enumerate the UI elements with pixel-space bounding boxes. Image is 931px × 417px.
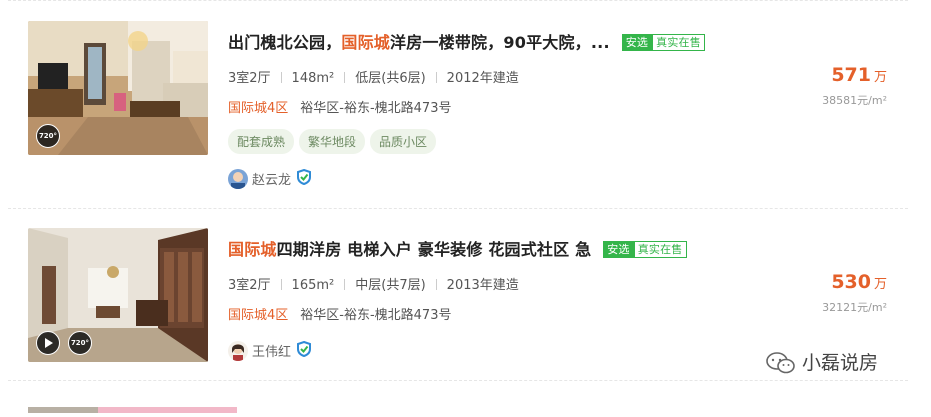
feature-chips: 配套成熟 繁华地段 品质小区	[228, 129, 441, 154]
unit-price: 38581元/m²	[822, 94, 887, 107]
layout-text: 3室2厅	[228, 71, 271, 86]
feature-chip: 繁华地段	[299, 129, 366, 154]
separator	[435, 279, 437, 290]
real-sale-tag: 真实在售	[652, 34, 705, 51]
real-sale-tag: 真实在售	[633, 241, 687, 258]
year-text: 2013年建造	[446, 278, 519, 293]
title-highlight: 国际城	[341, 33, 391, 52]
agent-name[interactable]: 赵云龙	[252, 173, 291, 188]
house-info: 3室2厅 165m² 中层(共7层) 2013年建造	[228, 274, 519, 293]
price-block: 571 万 38581元/m²	[822, 64, 887, 108]
total-price: 530	[831, 271, 871, 293]
shield-icon[interactable]	[297, 168, 312, 189]
price-block: 530 万 32121元/m²	[822, 271, 887, 315]
area-text: 165m²	[291, 278, 335, 293]
anxuan-tag: 安选	[621, 34, 653, 51]
watermark-text: 小磊说房	[802, 352, 879, 374]
listing-photo[interactable]: 720°	[28, 228, 208, 362]
title-highlight: 国际城	[228, 240, 277, 259]
separator	[344, 279, 346, 290]
location: 国际城4区 裕华区-裕东-槐北路473号	[228, 304, 451, 323]
vr-720-icon[interactable]: 720°	[36, 124, 60, 148]
listing-photo[interactable]: 720°	[28, 21, 208, 155]
anxuan-tag: 安选	[603, 241, 634, 258]
price-unit: 万	[873, 70, 887, 85]
listing-divider	[8, 380, 908, 381]
separator	[435, 72, 437, 83]
address-text: 裕华区-裕东-槐北路473号	[300, 101, 452, 116]
separator	[280, 279, 282, 290]
address-text: 裕华区-裕东-槐北路473号	[300, 308, 452, 323]
agent-info[interactable]: 赵云龙	[228, 168, 312, 189]
layout-text: 3室2厅	[228, 278, 271, 293]
floor-text: 低层(共6层)	[355, 71, 426, 86]
vr-720-icon[interactable]: 720°	[68, 331, 92, 355]
separator	[344, 72, 346, 83]
title-text: 出门槐北公园，	[228, 33, 342, 52]
watermark: 小磊说房	[766, 348, 878, 375]
play-icon[interactable]	[36, 331, 60, 355]
agent-info[interactable]: 王伟红	[228, 340, 312, 361]
area-text: 148m²	[291, 71, 335, 86]
shield-icon[interactable]	[297, 340, 312, 361]
agent-name[interactable]: 王伟红	[252, 345, 291, 360]
feature-chip: 品质小区	[370, 129, 437, 154]
community-link[interactable]: 国际城4区	[228, 308, 288, 323]
top-divider	[8, 0, 908, 1]
listing-title[interactable]: 国际城四期洋房 电梯入户 豪华装修 花园式社区 急安选 真实在售	[228, 236, 687, 260]
unit-price: 32121元/m²	[822, 301, 887, 314]
title-text: 四期洋房 电梯入户 豪华装修 花园式社区 急	[276, 240, 592, 259]
location: 国际城4区 裕华区-裕东-槐北路473号	[228, 97, 451, 116]
feature-chip: 配套成熟	[228, 129, 295, 154]
floor-text: 中层(共7层)	[355, 278, 426, 293]
title-text: 洋房一楼带院，90平大院，...	[390, 33, 610, 52]
listing-title[interactable]: 出门槐北公园，国际城洋房一楼带院，90平大院，... 安选 真实在售	[228, 29, 705, 53]
year-text: 2012年建造	[446, 71, 519, 86]
avatar[interactable]	[228, 168, 248, 189]
separator	[280, 72, 282, 83]
total-price: 571	[831, 64, 871, 86]
avatar[interactable]	[228, 340, 248, 361]
community-link[interactable]: 国际城4区	[228, 101, 288, 116]
house-info: 3室2厅 148m² 低层(共6层) 2012年建造	[228, 67, 519, 86]
listing-divider	[8, 208, 908, 209]
wechat-icon	[766, 352, 795, 374]
next-listing-peek	[28, 398, 237, 413]
price-unit: 万	[873, 277, 887, 292]
